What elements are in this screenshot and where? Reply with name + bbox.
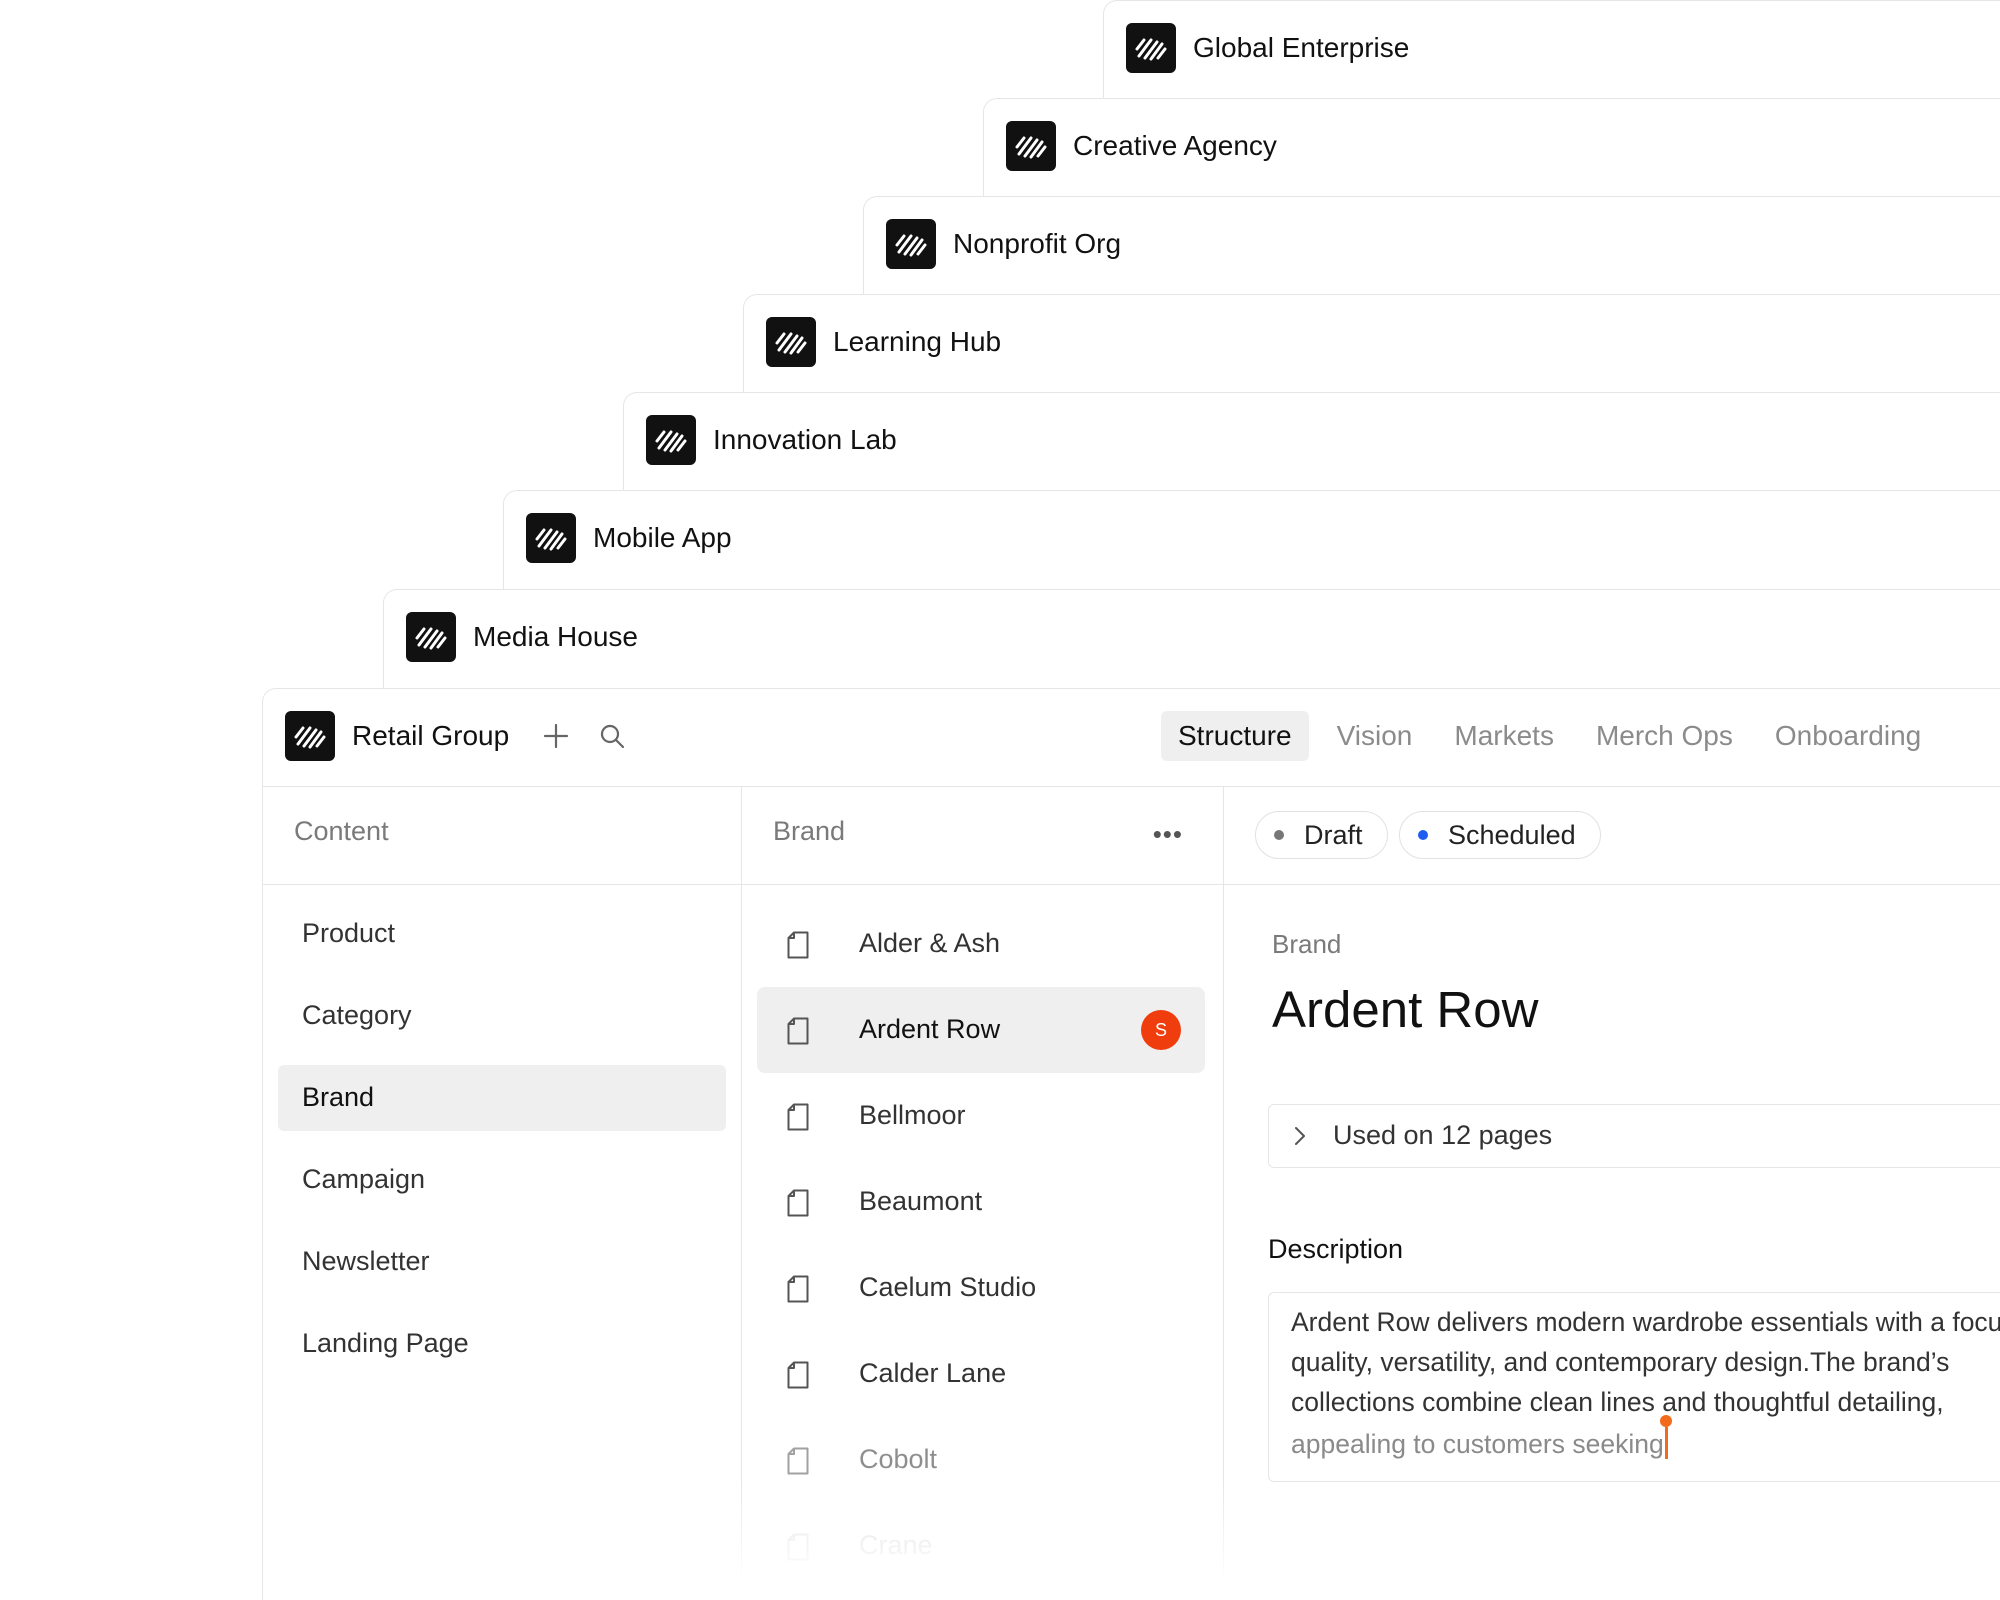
content-type-label: Brand [302,1082,375,1112]
more-horizontal-icon[interactable]: ••• [1153,819,1183,850]
content-type-label: Category [302,1000,412,1030]
content-type-label: Brand [1272,929,1342,959]
status-pill-draft[interactable]: Draft [1255,811,1388,859]
content-type-label: Product [302,918,396,948]
content-column: Content Product Category Brand Campaign … [263,786,742,1600]
brand-entry-beaumont[interactable]: Beaumont [757,1159,1205,1245]
status-label: Scheduled [1448,819,1576,850]
tab-structure[interactable]: Structure [1161,711,1309,761]
brand-entry-ardent-row[interactable]: Ardent Row S [757,987,1205,1073]
workspace-logo-icon [646,415,696,465]
document-icon [787,1189,809,1217]
tab-vision[interactable]: Vision [1317,711,1433,761]
brand-entry-label: Bellmoor [859,1100,966,1130]
document-icon [787,1017,809,1045]
workspace-name: Global Enterprise [1193,32,1410,63]
main-window: Retail Group Structure Vision Markets Me… [262,688,2000,1600]
content-type-label: Campaign [302,1164,426,1194]
workspace-logo-icon [406,612,456,662]
content-type-label: Newsletter [302,1246,430,1276]
brand-entry-crane[interactable]: Crane [757,1503,1205,1589]
content-type-campaign[interactable]: Campaign [278,1147,726,1213]
brand-list-title: Brand [773,816,846,846]
brand-entry-label: Beaumont [859,1186,983,1216]
used-on-pages-label: Used on 12 pages [1333,1120,1553,1150]
workspace-name: Mobile App [593,522,732,553]
workspace-logo-icon [526,513,576,563]
content-type-brand[interactable]: Brand [278,1065,726,1131]
collaborator-text-cursor [1659,1415,1672,1459]
tab-merch-ops[interactable]: Merch Ops [1576,711,1753,761]
description-line: collections combine clean lines and thou… [1291,1387,1944,1417]
brand-list-column: Brand ••• Alder & Ash Ardent Row S Bellm… [742,786,1224,1600]
brand-entry-caelum-studio[interactable]: Caelum Studio [757,1245,1205,1331]
workspace-logo-icon [886,219,936,269]
description-line-last: appealing to customers seeking [1291,1415,1672,1460]
brand-list-header: Brand ••• [742,786,1223,885]
used-on-pages-toggle[interactable]: Used on 12 pages [1268,1104,2000,1168]
brand-entry-label: Crane [859,1530,933,1560]
status-label: Draft [1304,819,1363,850]
content-type-label: Landing Page [302,1328,469,1358]
detail-panel: Draft Scheduled Brand Ardent Row Used on… [1224,786,2000,1600]
workspace-logo-icon[interactable] [285,711,335,761]
content-type-newsletter[interactable]: Newsletter [278,1229,726,1295]
status-dot [1274,830,1284,840]
workspace-name: Media House [473,621,638,652]
chevron-right-icon [1295,1127,1305,1145]
workspace-logo-icon [1126,23,1176,73]
tab-bar: Structure Vision Markets Merch Ops Onboa… [1161,711,1943,761]
content-column-header: Content [263,786,741,885]
content-column-title: Content [294,816,389,846]
tab-markets[interactable]: Markets [1434,711,1574,761]
description-textarea[interactable]: Ardent Row delivers modern wardrobe esse… [1268,1292,2000,1482]
content-type-product[interactable]: Product [278,901,726,967]
brand-entry-label: Ardent Row [859,1014,1001,1044]
document-icon [787,1361,809,1389]
document-icon [787,1103,809,1131]
brand-entry-cobolt[interactable]: Cobolt [757,1417,1205,1503]
entry-title: Ardent Row [1272,981,1539,1038]
tab-onboarding[interactable]: Onboarding [1755,711,1941,761]
brand-entry-label: Cobolt [859,1444,938,1474]
plus-icon[interactable] [543,723,569,749]
document-icon [787,1447,809,1475]
workspace-name: Innovation Lab [713,424,897,455]
content-type-category[interactable]: Category [278,983,726,1049]
description-line: quality, versatility, and contemporary d… [1291,1347,1950,1377]
workspace-name: Learning Hub [833,326,1002,357]
search-icon[interactable] [599,723,625,749]
description-line: appealing to customers seeking [1291,1429,1664,1459]
document-icon [787,1275,809,1303]
workspace-name[interactable]: Retail Group [352,720,509,752]
brand-entry-calder-lane[interactable]: Calder Lane [757,1331,1205,1417]
content-type-landing-page[interactable]: Landing Page [278,1311,726,1377]
status-pill-scheduled[interactable]: Scheduled [1399,811,1601,859]
description-line: Ardent Row delivers modern wardrobe esse… [1291,1307,2000,1337]
brand-entry-bellmoor[interactable]: Bellmoor [757,1073,1205,1159]
status-dot [1418,830,1428,840]
document-icon [787,931,809,959]
top-bar: Retail Group Structure Vision Markets Me… [263,689,2000,787]
workspace-name: Creative Agency [1073,130,1277,161]
brand-entry-label: Alder & Ash [859,928,1001,958]
description-label: Description [1268,1234,1404,1264]
brand-entry-label: Calder Lane [859,1358,1007,1388]
document-icon [787,1533,809,1561]
brand-entry-alder-ash[interactable]: Alder & Ash [757,901,1205,987]
avatar[interactable]: S [1141,1010,1181,1050]
detail-header: Draft Scheduled [1224,786,2000,885]
workspace-logo-icon [766,317,816,367]
workspace-name: Nonprofit Org [953,228,1122,259]
brand-entry-label: Caelum Studio [859,1272,1037,1302]
workspace-logo-icon [1006,121,1056,171]
